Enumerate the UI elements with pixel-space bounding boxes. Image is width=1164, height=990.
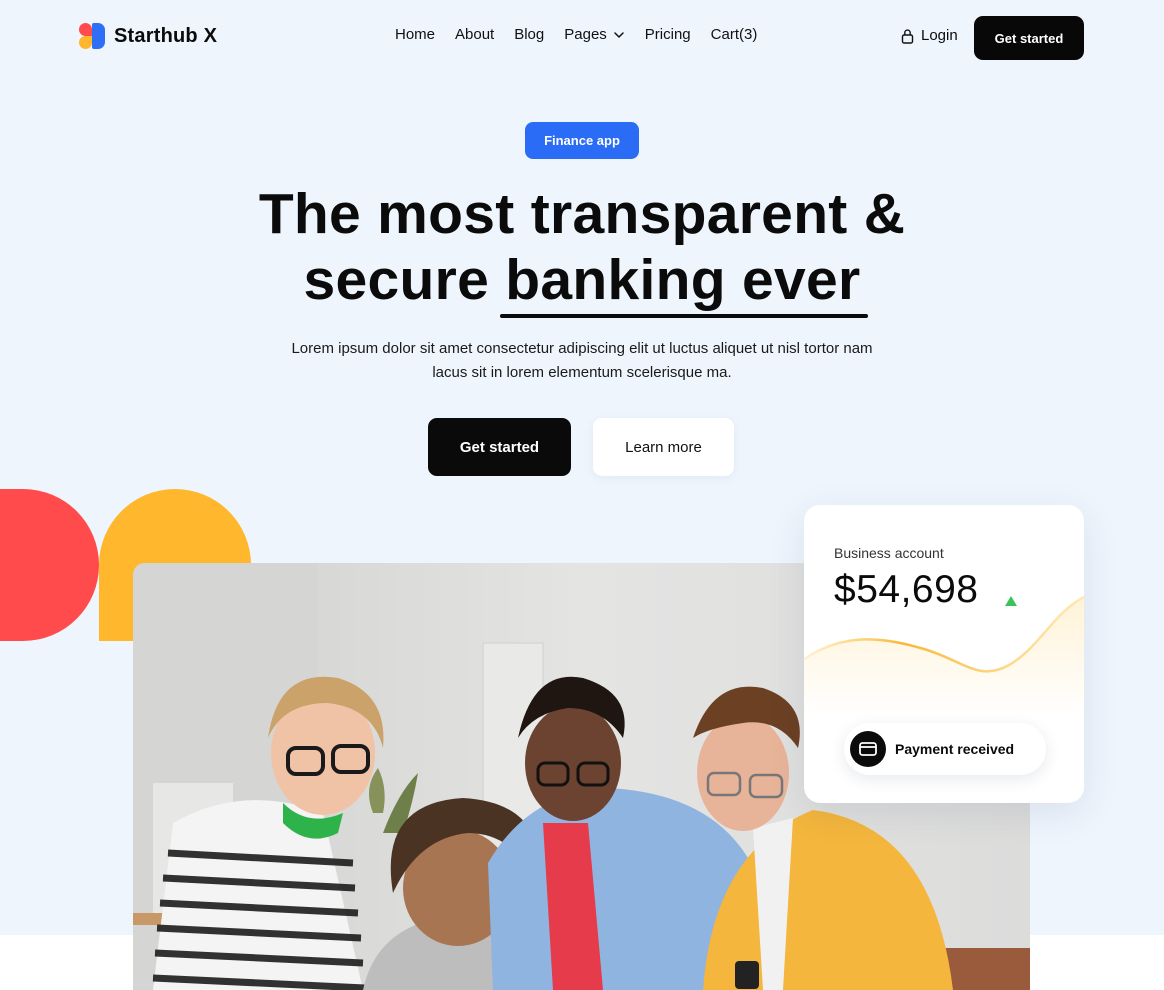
login-link[interactable]: Login — [901, 27, 958, 44]
main-nav: Home About Blog Pages Pricing Cart(3) — [395, 26, 757, 43]
payment-received-label: Payment received — [895, 741, 1015, 757]
nav-item-about[interactable]: About — [455, 26, 494, 43]
hero-title-line2: secure banking ever — [0, 247, 1164, 313]
nav-item-pages[interactable]: Pages — [564, 26, 625, 43]
lock-icon — [901, 28, 914, 44]
hero-title-emphasis: banking ever — [505, 248, 861, 312]
decorative-red-shape — [0, 489, 99, 641]
finance-app-badge: Finance app — [525, 122, 639, 159]
credit-card-icon — [850, 731, 886, 767]
hero-title-plain: secure — [303, 248, 506, 312]
brand-logo[interactable]: Starthub X — [79, 23, 217, 49]
learn-more-button[interactable]: Learn more — [593, 418, 734, 476]
nav-item-blog[interactable]: Blog — [514, 26, 544, 43]
nav-item-home[interactable]: Home — [395, 26, 435, 43]
nav-item-pages-label: Pages — [564, 26, 607, 43]
account-balance: $54,698 — [834, 568, 979, 611]
account-label: Business account — [834, 545, 944, 561]
login-label: Login — [921, 27, 958, 44]
header-get-started-button[interactable]: Get started — [974, 16, 1084, 60]
hero-title-line1: The most transparent & — [258, 182, 906, 246]
business-account-card: Business account $54,698 Payment receive… — [804, 505, 1084, 803]
trend-up-icon — [1005, 596, 1017, 606]
site-header: Starthub X Home About Blog Pages Pricing… — [0, 0, 1164, 75]
chevron-down-icon — [614, 31, 624, 38]
title-underline — [500, 314, 868, 318]
nav-item-pricing[interactable]: Pricing — [645, 26, 691, 43]
hero-get-started-button[interactable]: Get started — [428, 418, 571, 476]
starthub-logo-icon — [79, 23, 105, 49]
nav-item-cart[interactable]: Cart(3) — [711, 26, 758, 43]
payment-received-pill[interactable]: Payment received — [844, 723, 1046, 775]
hero-description: Lorem ipsum dolor sit amet consectetur a… — [291, 340, 873, 381]
brand-name: Starthub X — [114, 24, 218, 47]
